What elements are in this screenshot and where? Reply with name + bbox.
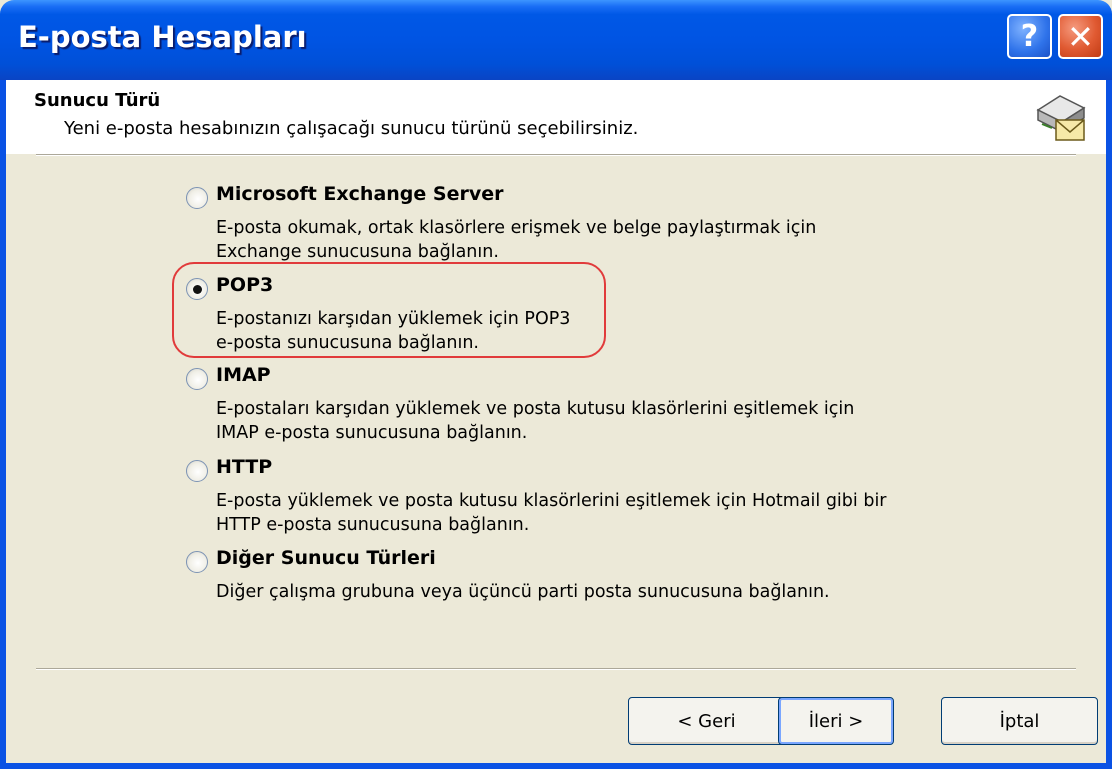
option-imap-desc-line1: E-postaları karşıdan yüklemek ve posta k… [216,399,855,419]
server-mail-icon [1030,80,1090,150]
option-other-title: Diğer Sunucu Türleri [216,547,436,569]
next-button[interactable]: İleri > [778,697,894,745]
other-radio[interactable] [186,551,208,573]
option-pop3-title: POP3 [216,274,274,296]
cancel-button[interactable]: İptal [941,697,1098,745]
window-frame-right [1106,80,1112,769]
back-button[interactable]: < Geri [628,697,785,745]
page-subtitle: Yeni e-posta hesabınızın çalışacağı sunu… [64,118,639,139]
dialog-window: E-posta Hesapları ? ✕ Sunucu Türü Yeni e… [0,0,1112,769]
footer-divider [36,668,1076,670]
option-other-desc-line1: Diğer çalışma grubuna veya üçüncü parti … [216,582,830,602]
option-exchange-desc-line1: E-posta okumak, ortak klasörlere erişmek… [216,218,817,238]
option-imap-desc-line2: IMAP e-posta sunucusuna bağlanın. [216,423,528,443]
option-pop3-desc-line2: e-posta sunucusuna bağlanın. [216,333,479,353]
option-pop3-desc-line1: E-postanızı karşıdan yüklemek için POP3 [216,309,571,329]
http-radio[interactable] [186,460,208,482]
title-bar[interactable]: E-posta Hesapları ? ✕ [0,0,1112,80]
option-imap-desc: E-postaları karşıdan yüklemek ve posta k… [216,397,854,445]
option-other-desc: Diğer çalışma grubuna veya üçüncü parti … [216,580,830,604]
page-title: Sunucu Türü [34,90,161,111]
option-exchange-desc: E-posta okumak, ortak klasörlere erişmek… [216,216,816,264]
option-http-desc: E-posta yüklemek ve posta kutusu klasörl… [216,489,887,537]
pop3-radio[interactable] [186,278,208,300]
option-exchange-desc-line2: Exchange sunucusuna bağlanın. [216,242,499,262]
window-title: E-posta Hesapları [18,20,307,54]
option-imap-title: IMAP [216,364,271,386]
header-divider [36,154,1076,156]
window-frame-left [0,80,6,769]
option-exchange-title: Microsoft Exchange Server [216,183,504,205]
option-pop3-desc: E-postanızı karşıdan yüklemek için POP3 … [216,307,570,355]
option-http-title: HTTP [216,456,273,478]
option-http-desc-line1: E-posta yüklemek ve posta kutusu klasörl… [216,491,887,511]
help-button[interactable]: ? [1007,14,1052,59]
window-frame-bottom [0,763,1112,769]
wizard-header: Sunucu Türü Yeni e-posta hesabınızın çal… [6,80,1106,154]
close-button[interactable]: ✕ [1058,14,1103,59]
imap-radio[interactable] [186,368,208,390]
exchange-radio[interactable] [186,187,208,209]
option-http-desc-line2: HTTP e-posta sunucusuna bağlanın. [216,515,530,535]
